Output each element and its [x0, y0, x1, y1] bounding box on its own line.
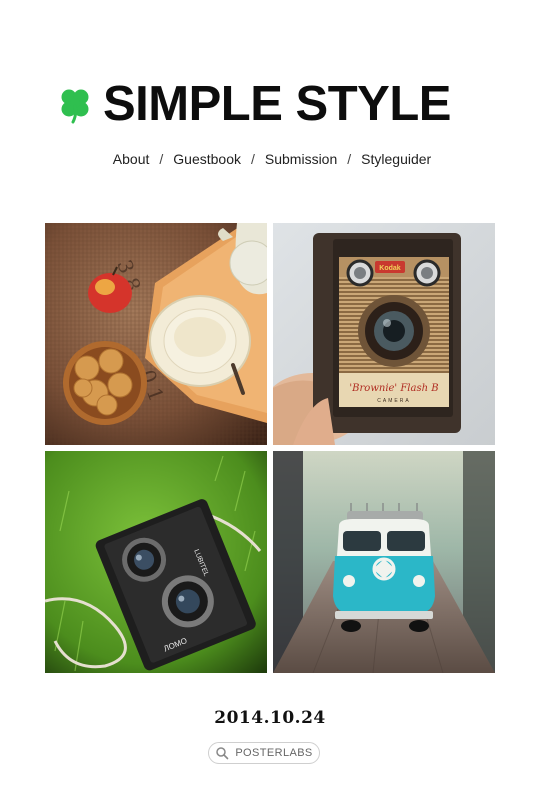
site-title[interactable]: SIMPLE STYLE: [103, 79, 451, 129]
badge-label: POSTERLABS: [235, 747, 313, 759]
nav-styleguider[interactable]: Styleguider: [361, 151, 431, 167]
photo-grid: 3 8 0 1 Kodak 'Brownie' Flash B CAMERA L…: [45, 223, 495, 673]
nav-about[interactable]: About: [113, 151, 150, 167]
site-header: SIMPLE STYLE: [55, 74, 485, 134]
nav-submission[interactable]: Submission: [265, 151, 337, 167]
twin-lens-camera-on-grass-photo[interactable]: LUBITEL ЛОМО: [45, 451, 267, 673]
nav-separator: /: [159, 151, 164, 167]
post-date: 2014.10.24: [214, 708, 326, 728]
camera-sub-label: CAMERA: [377, 398, 410, 404]
camera-brand-label: Kodak: [379, 265, 401, 272]
posterlabs-search-button[interactable]: POSTERLABS: [208, 742, 320, 764]
vw-bus-toy-photo[interactable]: [273, 451, 495, 673]
tea-and-waffles-photo[interactable]: 3 8 0 1: [45, 223, 267, 445]
main-nav: About / Guestbook / Submission / Stylegu…: [0, 151, 540, 167]
kodak-brownie-camera-photo[interactable]: Kodak 'Brownie' Flash B CAMERA: [273, 223, 495, 445]
clover-icon[interactable]: [55, 84, 95, 124]
camera-model-label: 'Brownie' Flash B: [349, 383, 438, 394]
nav-separator: /: [347, 151, 352, 167]
search-icon: [216, 747, 229, 760]
nav-separator: /: [251, 151, 255, 167]
nav-guestbook[interactable]: Guestbook: [173, 151, 241, 167]
